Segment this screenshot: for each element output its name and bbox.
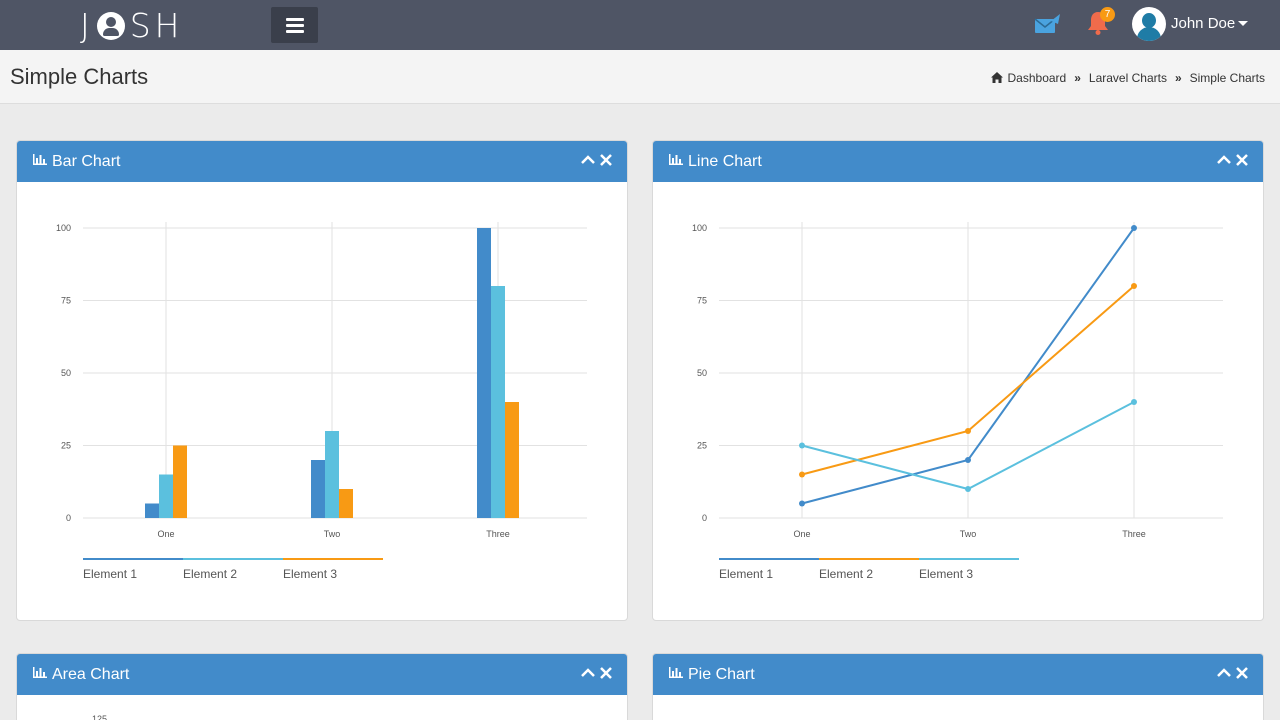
- bar: [491, 286, 505, 518]
- data-point: [799, 442, 805, 449]
- panel-tools: [1216, 665, 1249, 681]
- close-icon[interactable]: [599, 665, 613, 681]
- panel-tools: [1216, 152, 1249, 168]
- panel-tools: [580, 665, 613, 681]
- breadcrumb-separator: »: [1074, 71, 1081, 85]
- data-point: [1131, 225, 1137, 231]
- y-tick-label: 75: [697, 296, 707, 306]
- y-tick-label: 25: [697, 441, 707, 451]
- pie-chart-panel: Pie Chart: [652, 653, 1264, 720]
- x-tick-label: Two: [960, 529, 977, 539]
- page-title: Simple Charts: [10, 64, 149, 89]
- panel-title: Line Chart: [669, 153, 762, 171]
- top-navbar: J SH 7 John Doe: [0, 0, 1280, 50]
- y-tick-label: 50: [697, 368, 707, 378]
- home-icon: [990, 71, 1003, 83]
- data-point: [965, 486, 971, 492]
- chevron-up-icon[interactable]: [1216, 152, 1232, 168]
- line-chart: 0 25 50 75 100 One Two Three Element 1 Element 2 E…: [692, 222, 1223, 581]
- chevron-up-icon[interactable]: [580, 665, 596, 681]
- close-icon[interactable]: [1235, 152, 1249, 168]
- user-name[interactable]: John Doe: [1171, 15, 1235, 32]
- legend-label: Element 1: [83, 567, 137, 581]
- panel-heading: Bar Chart: [17, 141, 627, 182]
- panel-title-text: Pie Chart: [688, 665, 755, 683]
- legend-label: Element 3: [919, 567, 973, 581]
- bar: [159, 474, 173, 518]
- x-tick-label: Three: [486, 529, 510, 539]
- bar: [477, 228, 491, 518]
- data-point: [799, 500, 805, 507]
- close-icon[interactable]: [1235, 665, 1249, 681]
- bar: [505, 402, 519, 518]
- data-point: [965, 457, 971, 463]
- panel-title: Bar Chart: [33, 153, 120, 171]
- hamburger-icon-bar: [285, 23, 304, 27]
- chevron-up-icon[interactable]: [580, 152, 596, 168]
- user-avatar[interactable]: [1132, 7, 1166, 41]
- panel-title-text: Line Chart: [688, 152, 762, 170]
- data-point: [1131, 399, 1137, 405]
- hamburger-icon-bar: [285, 29, 304, 33]
- close-icon[interactable]: [599, 152, 613, 168]
- bar-chart-icon: [33, 154, 47, 165]
- bar: [339, 489, 353, 518]
- notification-count-badge: 7: [1100, 7, 1115, 22]
- legend-label: Element 2: [819, 567, 873, 581]
- hamburger-icon-bar: [285, 17, 304, 21]
- breadcrumb-item-dashboard[interactable]: Dashboard: [1008, 71, 1067, 85]
- sidebar-toggle-button[interactable]: [271, 7, 318, 43]
- x-tick-label: One: [157, 529, 174, 539]
- page-header: Simple Charts Dashboard » Laravel Charts…: [0, 50, 1280, 104]
- y-tick-label: 25: [61, 441, 71, 451]
- breadcrumb-item-laravel-charts[interactable]: Laravel Charts: [1089, 71, 1167, 85]
- chevron-up-icon[interactable]: [1216, 665, 1232, 681]
- bar-chart-icon: [669, 667, 683, 678]
- area-chart-panel: Area Chart 125: [16, 653, 628, 720]
- breadcrumb: Dashboard » Laravel Charts » Simple Char…: [990, 71, 1265, 85]
- y-tick-label: 0: [66, 513, 71, 523]
- panel-heading: Line Chart: [653, 141, 1263, 182]
- data-point: [965, 428, 971, 434]
- bar-chart-icon: [669, 154, 683, 165]
- panel-heading: Pie Chart: [653, 654, 1263, 695]
- data-point: [799, 471, 805, 478]
- area-chart: 125: [92, 714, 107, 720]
- bar: [145, 503, 159, 518]
- panel-title: Pie Chart: [669, 666, 755, 684]
- legend-label: Element 2: [183, 567, 237, 581]
- panel-heading: Area Chart: [17, 654, 627, 695]
- y-tick-label: 125: [92, 714, 107, 720]
- breadcrumb-item-simple-charts: Simple Charts: [1189, 71, 1265, 85]
- legend-label: Element 1: [719, 567, 773, 581]
- bar: [173, 445, 187, 518]
- y-tick-label: 50: [61, 368, 71, 378]
- logo-text: J SH: [80, 6, 184, 45]
- user-menu-caret-icon[interactable]: [1238, 21, 1248, 26]
- app-logo[interactable]: J SH: [80, 6, 184, 46]
- y-tick-label: 0: [702, 513, 707, 523]
- breadcrumb-separator: »: [1174, 71, 1182, 85]
- bar: [325, 431, 339, 518]
- x-tick-label: One: [793, 529, 810, 539]
- y-tick-label: 75: [61, 296, 71, 306]
- data-point: [1131, 283, 1137, 289]
- panel-title-text: Area Chart: [52, 665, 130, 683]
- x-tick-label: Two: [324, 529, 341, 539]
- panel-tools: [580, 152, 613, 168]
- x-tick-label: Three: [1122, 529, 1146, 539]
- bar-chart-icon: [33, 667, 47, 678]
- messages-icon[interactable]: [1034, 12, 1062, 36]
- panel-title-text: Bar Chart: [52, 152, 121, 170]
- y-tick-label: 100: [692, 223, 707, 233]
- logo-person-icon: [96, 12, 125, 40]
- panel-title: Area Chart: [33, 666, 129, 684]
- bar: [311, 460, 325, 518]
- bar-chart: 0 25 50 75 100 One Two Three Element 1 Element 2 E…: [56, 222, 587, 581]
- legend-label: Element 3: [283, 567, 337, 581]
- bar-chart-panel: Bar Chart 0 25 50 75 100 One Two Three Element 1…: [16, 140, 628, 621]
- line-chart-panel: Line Chart 0 25 50 75 100 One Two Three Element …: [652, 140, 1264, 621]
- y-tick-label: 100: [56, 223, 71, 233]
